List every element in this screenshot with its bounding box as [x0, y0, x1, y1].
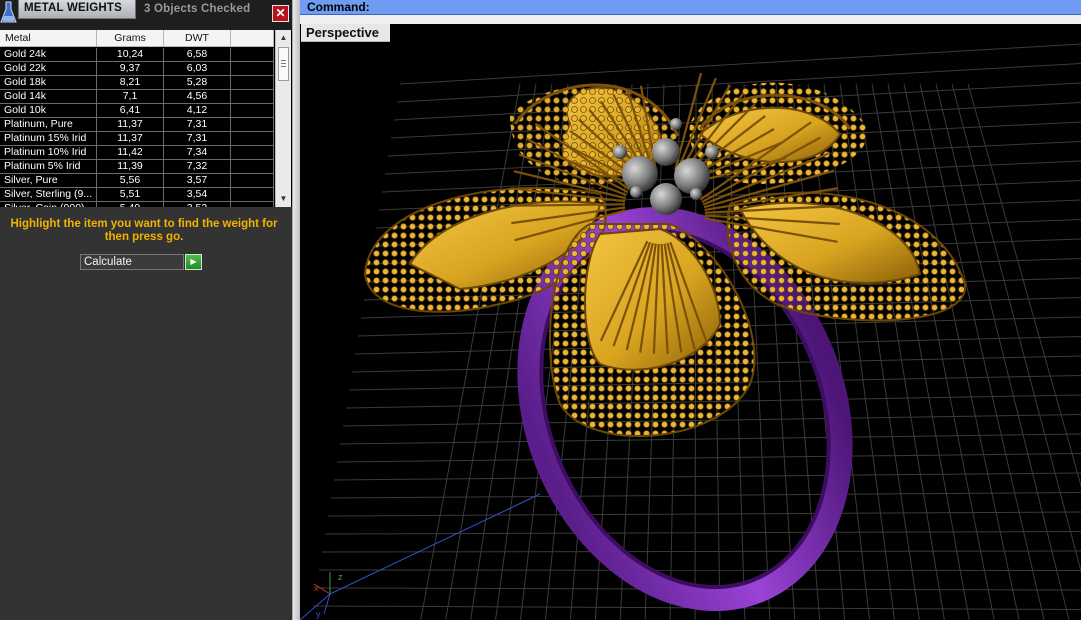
panel-title[interactable]: METAL WEIGHTS	[18, 0, 136, 19]
perspective-viewport[interactable]: z x y	[300, 24, 1081, 620]
table-row[interactable]: Platinum, Pure 11,37 7,31	[0, 118, 274, 132]
column-header-empty[interactable]	[231, 30, 274, 47]
table-row[interactable]: Platinum 15% Irid 11,37 7,31	[0, 132, 274, 146]
metal-weights-table: Metal Grams DWT Gold 24k 10,24 6,58 Gold 22…	[0, 30, 292, 207]
table-header: Metal Grams DWT	[0, 30, 274, 47]
cell-grams: 6,41	[97, 104, 164, 117]
table-row[interactable]: Gold 22k 9,37 6,03	[0, 62, 274, 76]
viewport-label[interactable]: Perspective	[301, 24, 390, 42]
cell-metal: Platinum, Pure	[0, 118, 97, 131]
axis-label-x: x	[314, 583, 319, 593]
cell-extra	[231, 146, 274, 159]
flower-head	[363, 72, 967, 438]
cell-metal: Platinum 15% Irid	[0, 132, 97, 145]
cell-extra	[231, 90, 274, 103]
table-row[interactable]: Platinum 5% Irid 11,39 7,32	[0, 160, 274, 174]
table-row[interactable]: Gold 10k 6,41 4,12	[0, 104, 274, 118]
cell-grams: 5,51	[97, 188, 164, 201]
table-row[interactable]: Gold 18k 8,21 5,28	[0, 76, 274, 90]
cell-grams: 10,24	[97, 48, 164, 61]
cell-grams: 9,37	[97, 62, 164, 75]
flask-logo-icon	[0, 1, 17, 23]
scroll-thumb[interactable]	[278, 47, 289, 81]
panel-header: METAL WEIGHTS 3 Objects Checked ✕	[0, 0, 292, 30]
table-row[interactable]: Gold 14k 7,1 4,56	[0, 90, 274, 104]
cell-extra	[231, 76, 274, 89]
axis-label-y: y	[316, 609, 321, 619]
table-row[interactable]: Gold 24k 10,24 6,58	[0, 48, 274, 62]
table-row[interactable]: Silver, Pure 5,56 3,57	[0, 174, 274, 188]
cell-dwt: 5,28	[164, 76, 231, 89]
cell-metal: Silver, Coin (900)	[0, 202, 97, 207]
cell-extra	[231, 188, 274, 201]
scroll-down-arrow-icon[interactable]: ▼	[276, 191, 291, 206]
objects-checked-status: 3 Objects Checked	[144, 3, 251, 15]
cell-grams: 11,37	[97, 132, 164, 145]
petal-bottom	[549, 223, 756, 438]
column-header-metal[interactable]: Metal	[0, 30, 97, 47]
calculate-select[interactable]: Calculate	[80, 254, 184, 270]
axis-label-z: z	[338, 572, 343, 582]
cell-grams: 5,49	[97, 202, 164, 207]
cell-grams: 8,21	[97, 76, 164, 89]
cell-metal: Gold 24k	[0, 48, 97, 61]
petal-right	[726, 191, 967, 322]
cell-metal: Gold 18k	[0, 76, 97, 89]
cell-dwt: 4,56	[164, 90, 231, 103]
command-line-strip	[300, 15, 1081, 24]
cell-grams: 11,39	[97, 160, 164, 173]
cell-extra	[231, 62, 274, 75]
cell-metal: Silver, Sterling (9...	[0, 188, 97, 201]
cell-metal: Platinum 5% Irid	[0, 160, 97, 173]
cell-dwt: 7,32	[164, 160, 231, 173]
cell-grams: 7,1	[97, 90, 164, 103]
cell-extra	[231, 118, 274, 131]
metal-weights-panel: METAL WEIGHTS 3 Objects Checked ✕ Metal …	[0, 0, 292, 620]
cell-dwt: 3,54	[164, 188, 231, 201]
panel-splitter[interactable]	[292, 0, 300, 620]
close-button[interactable]: ✕	[272, 5, 289, 22]
close-icon: ✕	[275, 6, 286, 20]
ring-render: z x y	[300, 43, 1081, 620]
table-row[interactable]: Silver, Sterling (9... 5,51 3,54	[0, 188, 274, 202]
cell-dwt: 4,12	[164, 104, 231, 117]
cell-dwt: 7,34	[164, 146, 231, 159]
cell-grams: 11,37	[97, 118, 164, 131]
cell-extra	[231, 104, 274, 117]
table-row[interactable]: Silver, Coin (900)5,493,53	[0, 202, 274, 207]
cell-extra	[231, 174, 274, 187]
cell-extra	[231, 202, 274, 207]
table-body: Gold 24k 10,24 6,58 Gold 22k 9,37 6,03 Gold 18…	[0, 48, 274, 207]
go-button[interactable]: ▶	[185, 254, 202, 270]
cell-metal: Platinum 10% Irid	[0, 146, 97, 159]
cell-dwt: 3,53	[164, 202, 231, 207]
play-arrow-icon: ▶	[190, 257, 197, 266]
cell-metal: Gold 14k	[0, 90, 97, 103]
table-row[interactable]: Platinum 10% Irid 11,42 7,34	[0, 146, 274, 160]
column-header-grams[interactable]: Grams	[97, 30, 164, 47]
cell-metal: Gold 10k	[0, 104, 97, 117]
command-bar[interactable]: Command:	[300, 0, 1081, 15]
table-scrollbar[interactable]: ▲ ▼	[275, 30, 291, 207]
cell-grams: 5,56	[97, 174, 164, 187]
cell-extra	[231, 132, 274, 145]
scroll-up-arrow-icon[interactable]: ▲	[276, 30, 291, 45]
cell-grams: 11,42	[97, 146, 164, 159]
cell-dwt: 3,57	[164, 174, 231, 187]
cell-dwt: 7,31	[164, 132, 231, 145]
cell-metal: Gold 22k	[0, 62, 97, 75]
cell-dwt: 6,58	[164, 48, 231, 61]
column-header-dwt[interactable]: DWT	[164, 30, 231, 47]
cell-dwt: 7,31	[164, 118, 231, 131]
cell-extra	[231, 160, 274, 173]
cell-dwt: 6,03	[164, 62, 231, 75]
cell-extra	[231, 48, 274, 61]
cell-metal: Silver, Pure	[0, 174, 97, 187]
instructions-text: Highlight the item you want to find the …	[10, 218, 278, 243]
